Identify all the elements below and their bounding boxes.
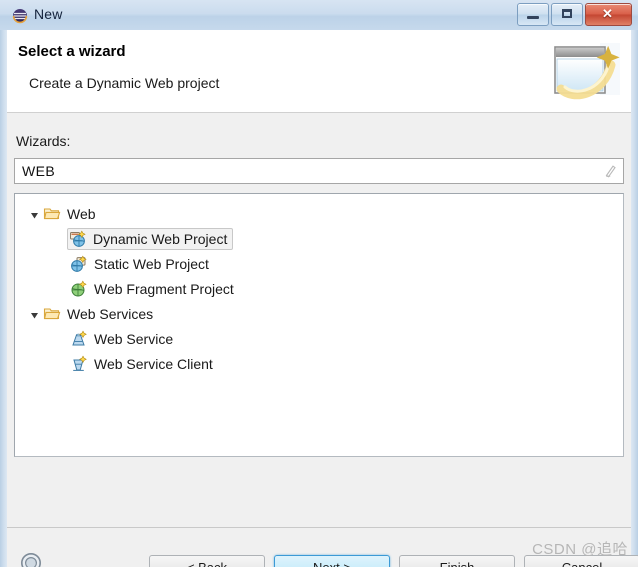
row-content: Web Fragment Project xyxy=(68,278,240,300)
selection-highlight: Dynamic Web Project xyxy=(67,227,234,250)
web-service-icon xyxy=(70,330,88,348)
eclipse-logo-icon xyxy=(12,8,28,24)
minimize-button[interactable] xyxy=(517,3,549,26)
new-wizard-dialog: New ✕ Select a wizard Create a Dynamic W… xyxy=(0,0,638,567)
minimize-icon xyxy=(527,16,539,19)
help-icon[interactable] xyxy=(20,552,42,567)
page-description: Create a Dynamic Web project xyxy=(29,75,220,91)
window-frame-right xyxy=(631,0,638,567)
wizard-filter-field[interactable]: WEB xyxy=(14,158,624,184)
tree-item-web[interactable]: Web xyxy=(23,201,623,226)
close-button[interactable]: ✕ xyxy=(585,3,632,26)
tree-item-label: Web Fragment Project xyxy=(94,280,234,297)
window-frame-left xyxy=(0,0,7,567)
folder-icon xyxy=(43,305,61,323)
title-bar[interactable]: New ✕ xyxy=(0,0,638,30)
static-web-project-icon xyxy=(70,255,88,273)
maximize-icon xyxy=(562,9,572,18)
row-content: Web Service xyxy=(68,328,179,350)
wizard-banner-icon xyxy=(547,37,623,107)
window-controls: ✕ xyxy=(517,3,632,26)
wizard-header: Select a wizard Create a Dynamic Web pro… xyxy=(7,30,631,113)
tree-item-web-service-client[interactable]: Web Service Client xyxy=(23,351,623,376)
tree-rows: Web Dynamic Web Project Static Web Proje… xyxy=(15,194,623,376)
maximize-button[interactable] xyxy=(551,3,583,26)
tree-item-dynamic-web-project[interactable]: Dynamic Web Project xyxy=(23,226,623,251)
tree-item-label: Web Services xyxy=(67,305,154,322)
search-input[interactable]: WEB xyxy=(22,163,55,179)
tree-item-label: Static Web Project xyxy=(94,255,209,272)
tree-item-static-web-project[interactable]: Static Web Project xyxy=(23,251,623,276)
page-title: Select a wizard xyxy=(18,43,126,60)
tree-item-label: Dynamic Web Project xyxy=(93,230,228,247)
row-content: Static Web Project xyxy=(68,253,215,275)
dynamic-web-project-icon xyxy=(69,230,87,248)
clear-filter-icon[interactable] xyxy=(602,163,618,179)
back-button[interactable]: < Back xyxy=(149,555,265,567)
next-button[interactable]: Next > xyxy=(274,555,390,567)
tree-item-label: Web Service Client xyxy=(94,355,213,372)
tree-item-web-services[interactable]: Web Services xyxy=(23,301,623,326)
dialog-body: Wizards: WEB Web Dynamic Web Project Sta… xyxy=(7,113,631,527)
web-fragment-project-icon xyxy=(70,280,88,298)
tree-item-web-service[interactable]: Web Service xyxy=(23,326,623,351)
folder-icon xyxy=(43,205,61,223)
close-icon: ✕ xyxy=(602,6,613,21)
tree-item-label: Web Service xyxy=(94,330,174,347)
row-content: Web Service Client xyxy=(68,353,219,375)
csdn-watermark: CSDN @追哈 xyxy=(532,541,628,558)
web-service-client-icon xyxy=(70,355,88,373)
tree-item-web-fragment-project[interactable]: Web Fragment Project xyxy=(23,276,623,301)
window-title: New xyxy=(34,6,63,22)
wizards-label: Wizards: xyxy=(16,133,71,149)
expand-arrow-icon[interactable] xyxy=(29,308,40,319)
wizard-tree[interactable]: Web Dynamic Web Project Static Web Proje… xyxy=(14,193,624,457)
tree-item-label: Web xyxy=(67,205,96,222)
finish-button[interactable]: Finish xyxy=(399,555,515,567)
expand-arrow-icon[interactable] xyxy=(29,208,40,219)
